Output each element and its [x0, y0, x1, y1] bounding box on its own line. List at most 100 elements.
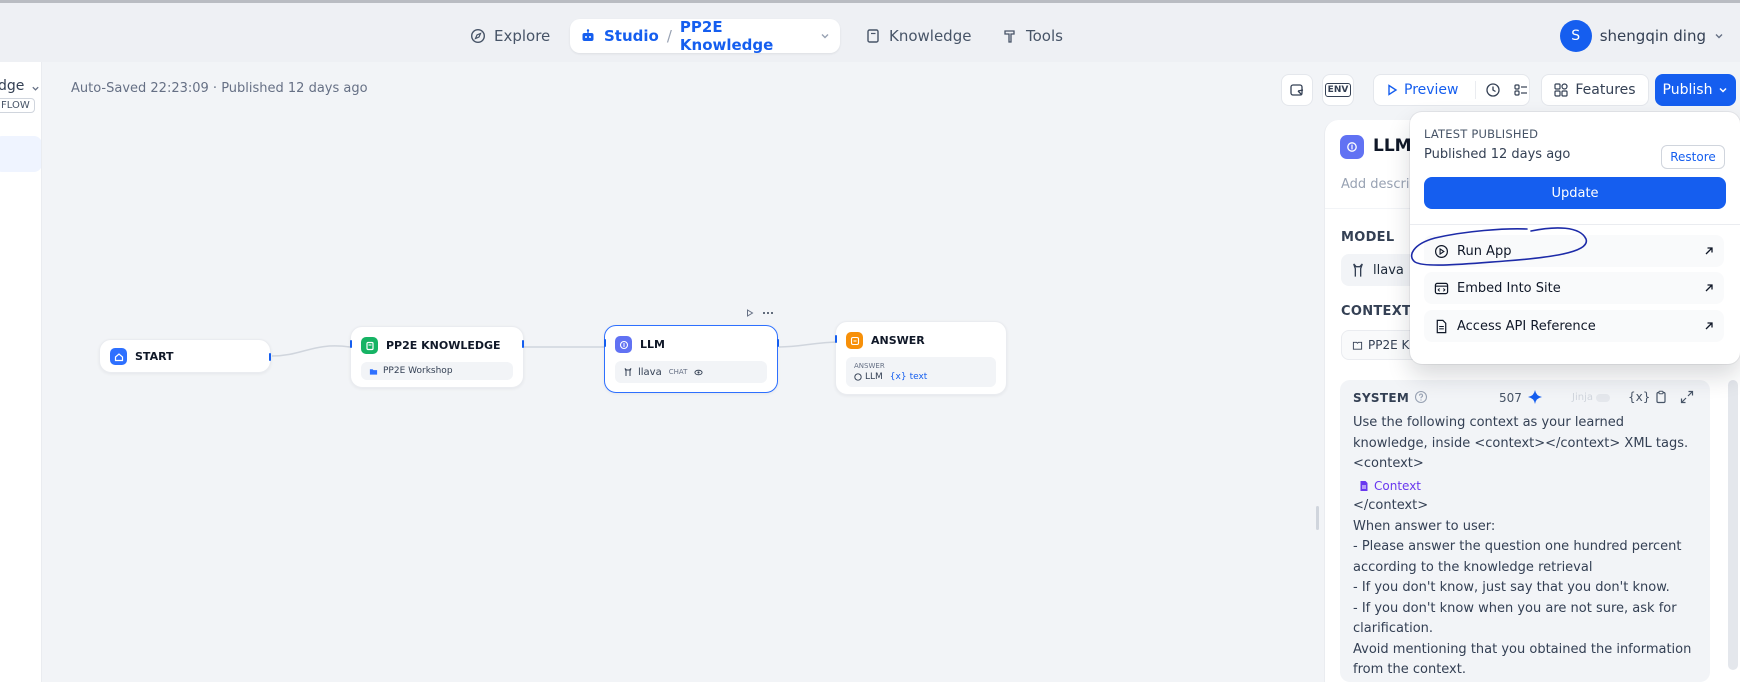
node-handle[interactable] [522, 340, 524, 348]
nav-tools[interactable]: Tools [992, 19, 1073, 53]
node-knowledge-title: PP2E KNOWLEDGE [386, 339, 501, 352]
latest-published-header: LATEST PUBLISHED [1424, 127, 1539, 141]
brain-icon [854, 373, 862, 381]
node-llm[interactable]: LLM llava CHAT [603, 325, 779, 393]
divider [1474, 81, 1475, 99]
context-variable-name: PP2E K [1368, 338, 1410, 352]
more-icon[interactable] [762, 309, 774, 317]
arrow-up-right-icon [1704, 246, 1714, 256]
system-prompt-editor[interactable]: SYSTEM 507 Jinja {x} Use the following c… [1340, 380, 1710, 682]
node-knowledge-retrieval[interactable]: PP2E KNOWLEDGE PP2E Workshop [350, 326, 524, 388]
nav-explore[interactable]: Explore [460, 19, 560, 53]
prompt-line: - If you don't know when you are not sur… [1353, 600, 1677, 616]
robot-icon [580, 28, 596, 44]
system-prompt-text[interactable]: Use the following context as your learne… [1353, 413, 1703, 681]
published-status: Published 12 days ago [1424, 147, 1571, 162]
panel-resize-handle[interactable] [1316, 506, 1319, 530]
home-icon [110, 348, 127, 365]
jinja-toggle[interactable]: Jinja [1572, 392, 1610, 403]
env-button[interactable]: ENV [1322, 74, 1354, 106]
app-name[interactable]: PP2E Knowledge [680, 18, 812, 54]
database-icon [361, 337, 378, 354]
node-handle[interactable] [835, 335, 837, 343]
checklist-button[interactable] [1281, 74, 1313, 106]
llm-mode-badge: CHAT [668, 368, 688, 376]
prompt-line: according to the knowledge retrieval [1353, 559, 1593, 575]
node-handle[interactable] [776, 339, 779, 347]
prompt-line: Avoid mentioning that you obtained the i… [1353, 641, 1692, 657]
context-chip[interactable]: Context [1359, 476, 1703, 497]
panel-scrollbar[interactable] [1728, 380, 1738, 670]
checklist-icon[interactable] [1513, 82, 1529, 98]
brain-icon [1340, 135, 1364, 159]
context-chip-label: Context [1374, 478, 1422, 493]
prompt-line: </context> [1353, 498, 1429, 513]
app-title-fragment: dge [0, 78, 25, 94]
sparkle-icon[interactable] [1527, 389, 1543, 405]
insert-variable-icon[interactable]: {x} [1628, 390, 1650, 404]
preview-group: Preview [1373, 74, 1530, 106]
help-icon[interactable] [1414, 390, 1428, 404]
prompt-line: - Please answer the question one hundred… [1353, 539, 1682, 554]
jinja-label: Jinja [1572, 392, 1593, 403]
hammer-icon [1002, 28, 1018, 44]
llava-icon [1351, 262, 1365, 278]
toggle-switch[interactable] [1595, 393, 1610, 402]
book-icon [1352, 340, 1363, 351]
arrow-up-right-icon [1704, 283, 1714, 293]
model-label: MODEL [1341, 230, 1395, 245]
preview-button[interactable]: Preview [1404, 82, 1459, 98]
document-icon [1434, 319, 1449, 334]
play-icon [1386, 84, 1398, 96]
context-label: CONTEXT [1341, 304, 1412, 319]
expand-icon[interactable] [1680, 390, 1694, 404]
chevron-down-icon[interactable] [31, 84, 40, 93]
nav-knowledge[interactable]: Knowledge [855, 19, 981, 53]
node-handle[interactable] [269, 353, 271, 361]
run-node-icon[interactable] [746, 309, 754, 317]
arrow-up-right-icon [1704, 321, 1714, 331]
chevron-down-icon[interactable] [820, 31, 830, 41]
update-button[interactable]: Update [1424, 177, 1726, 209]
access-api-reference-item[interactable]: Access API Reference [1424, 310, 1724, 342]
app-sidebar: dge FLOW [0, 62, 42, 682]
dataset-name: PP2E Workshop [383, 366, 453, 376]
compass-icon [470, 28, 486, 44]
features-button[interactable]: Features [1541, 74, 1649, 106]
variable-icon: {x} [889, 372, 907, 382]
panel-title[interactable]: LLM [1373, 136, 1412, 156]
edge-llm-answer [778, 341, 843, 348]
grid-icon [1554, 83, 1568, 97]
embed-into-site-item[interactable]: Embed Into Site [1424, 272, 1724, 304]
node-start[interactable]: START [99, 339, 271, 373]
node-answer[interactable]: ANSWER ANSWER LLM {x} text [835, 321, 1007, 395]
publish-button[interactable]: Publish [1655, 74, 1736, 106]
node-handle[interactable] [603, 339, 606, 347]
chevron-down-icon [1714, 31, 1724, 41]
features-label: Features [1575, 82, 1636, 98]
publish-label: Publish [1662, 82, 1713, 98]
model-name: llava [1373, 262, 1404, 278]
embed-into-site-label: Embed Into Site [1457, 280, 1561, 296]
user-name: shengqin ding [1599, 27, 1706, 45]
cursor-icon [1289, 82, 1305, 98]
nav-studio[interactable]: Studio / PP2E Knowledge [570, 18, 840, 54]
file-icon [1359, 480, 1369, 492]
history-icon[interactable] [1485, 82, 1501, 98]
node-handle[interactable] [350, 340, 352, 348]
restore-button[interactable]: Restore [1661, 145, 1725, 169]
description-input[interactable]: Add descrip [1341, 177, 1418, 192]
node-answer-title: ANSWER [871, 334, 925, 347]
prompt-line: When answer to user: [1353, 518, 1496, 534]
token-count: 507 [1499, 391, 1522, 405]
answer-var-node: LLM [865, 372, 883, 382]
node-actions [746, 309, 774, 317]
user-menu[interactable]: S shengqin ding [1559, 20, 1724, 52]
folder-icon [369, 367, 378, 376]
node-start-title: START [135, 350, 174, 363]
prompt-line: Use the following context as your learne… [1353, 415, 1625, 430]
answer-icon [846, 332, 863, 349]
sidebar-item-orchestrate[interactable] [0, 136, 41, 172]
copy-icon[interactable] [1654, 390, 1668, 404]
access-api-reference-label: Access API Reference [1457, 318, 1596, 334]
